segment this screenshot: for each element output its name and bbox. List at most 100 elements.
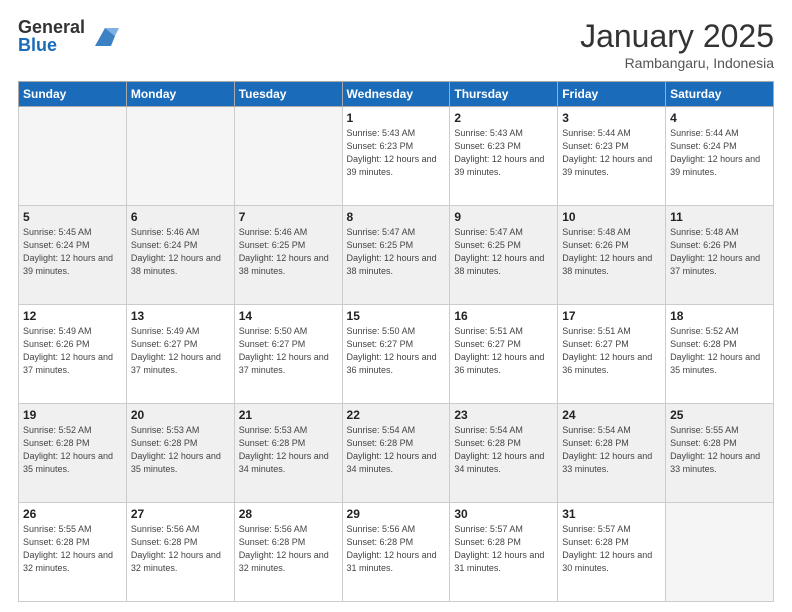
logo-text: General Blue	[18, 18, 85, 54]
day-number: 10	[562, 210, 661, 224]
day-info: Sunrise: 5:57 AM Sunset: 6:28 PM Dayligh…	[454, 523, 553, 575]
calendar-header-row: SundayMondayTuesdayWednesdayThursdayFrid…	[19, 82, 774, 107]
logo-general: General	[18, 18, 85, 36]
calendar-cell: 30 Sunrise: 5:57 AM Sunset: 6:28 PM Dayli…	[450, 503, 558, 602]
calendar-cell: 15Sunrise: 5:50 AM Sunset: 6:27 PM Dayli…	[342, 305, 450, 404]
day-info: Sunrise: 5:46 AM Sunset: 6:24 PM Dayligh…	[131, 226, 230, 278]
day-info: Sunrise: 5:54 AM Sunset: 6:28 PM Dayligh…	[347, 424, 446, 476]
calendar-cell: 16Sunrise: 5:51 AM Sunset: 6:27 PM Dayli…	[450, 305, 558, 404]
calendar-cell: 18 Sunrise: 5:52 AM Sunset: 6:28 PM Dayli…	[666, 305, 774, 404]
day-number: 30	[454, 507, 553, 521]
day-info: Sunrise: 5:54 AM Sunset: 6:28 PM Dayligh…	[454, 424, 553, 476]
day-info: Sunrise: 5:44 AM Sunset: 6:23 PM Dayligh…	[562, 127, 661, 179]
col-header-wednesday: Wednesday	[342, 82, 450, 107]
day-number: 29	[347, 507, 446, 521]
calendar-cell: 4Sunrise: 5:44 AM Sunset: 6:24 PM Daylig…	[666, 107, 774, 206]
calendar-cell: 29 Sunrise: 5:56 AM Sunset: 6:28 PM Dayli…	[342, 503, 450, 602]
col-header-monday: Monday	[126, 82, 234, 107]
day-info: Sunrise: 5:56 AM Sunset: 6:28 PM Dayligh…	[239, 523, 338, 575]
day-info: Sunrise: 5:43 AM Sunset: 6:23 PM Dayligh…	[347, 127, 446, 179]
day-info: Sunrise: 5:56 AM Sunset: 6:28 PM Dayligh…	[131, 523, 230, 575]
calendar-table: SundayMondayTuesdayWednesdayThursdayFrid…	[18, 81, 774, 602]
calendar-cell: 6 Sunrise: 5:46 AM Sunset: 6:24 PM Daylig…	[126, 206, 234, 305]
calendar-week-row: 26 Sunrise: 5:55 AM Sunset: 6:28 PM Dayli…	[19, 503, 774, 602]
day-number: 16	[454, 309, 553, 323]
calendar-cell: 20 Sunrise: 5:53 AM Sunset: 6:28 PM Dayli…	[126, 404, 234, 503]
day-info: Sunrise: 5:49 AM Sunset: 6:27 PM Dayligh…	[131, 325, 230, 377]
day-number: 28	[239, 507, 338, 521]
calendar-cell: 1 Sunrise: 5:43 AM Sunset: 6:23 PM Daylig…	[342, 107, 450, 206]
day-number: 14	[239, 309, 338, 323]
calendar-cell: 24Sunrise: 5:54 AM Sunset: 6:28 PM Dayli…	[558, 404, 666, 503]
logo-blue: Blue	[18, 36, 85, 54]
day-number: 27	[131, 507, 230, 521]
day-number: 15	[347, 309, 446, 323]
header: General Blue January 2025 Rambangaru, In…	[18, 18, 774, 71]
day-info: Sunrise: 5:53 AM Sunset: 6:28 PM Dayligh…	[131, 424, 230, 476]
day-info: Sunrise: 5:45 AM Sunset: 6:24 PM Dayligh…	[23, 226, 122, 278]
calendar-cell: 21Sunrise: 5:53 AM Sunset: 6:28 PM Dayli…	[234, 404, 342, 503]
calendar-cell: 25 Sunrise: 5:55 AM Sunset: 6:28 PM Dayli…	[666, 404, 774, 503]
day-info: Sunrise: 5:43 AM Sunset: 6:23 PM Dayligh…	[454, 127, 553, 179]
calendar-cell: 7Sunrise: 5:46 AM Sunset: 6:25 PM Daylig…	[234, 206, 342, 305]
col-header-saturday: Saturday	[666, 82, 774, 107]
day-info: Sunrise: 5:52 AM Sunset: 6:28 PM Dayligh…	[23, 424, 122, 476]
day-number: 18	[670, 309, 769, 323]
calendar-cell: 22 Sunrise: 5:54 AM Sunset: 6:28 PM Dayli…	[342, 404, 450, 503]
day-number: 13	[131, 309, 230, 323]
day-number: 3	[562, 111, 661, 125]
calendar-cell: 10Sunrise: 5:48 AM Sunset: 6:26 PM Dayli…	[558, 206, 666, 305]
calendar-cell	[19, 107, 127, 206]
day-number: 9	[454, 210, 553, 224]
day-info: Sunrise: 5:56 AM Sunset: 6:28 PM Dayligh…	[347, 523, 446, 575]
day-number: 5	[23, 210, 122, 224]
calendar-cell: 17 Sunrise: 5:51 AM Sunset: 6:27 PM Dayli…	[558, 305, 666, 404]
day-number: 6	[131, 210, 230, 224]
day-number: 20	[131, 408, 230, 422]
page: General Blue January 2025 Rambangaru, In…	[0, 0, 792, 612]
day-number: 1	[347, 111, 446, 125]
calendar-cell: 14Sunrise: 5:50 AM Sunset: 6:27 PM Dayli…	[234, 305, 342, 404]
calendar-cell: 12 Sunrise: 5:49 AM Sunset: 6:26 PM Dayli…	[19, 305, 127, 404]
day-number: 26	[23, 507, 122, 521]
location-subtitle: Rambangaru, Indonesia	[580, 55, 774, 71]
logo-icon	[91, 22, 119, 50]
calendar-cell: 19Sunrise: 5:52 AM Sunset: 6:28 PM Dayli…	[19, 404, 127, 503]
day-info: Sunrise: 5:49 AM Sunset: 6:26 PM Dayligh…	[23, 325, 122, 377]
calendar-cell: 2 Sunrise: 5:43 AM Sunset: 6:23 PM Daylig…	[450, 107, 558, 206]
day-info: Sunrise: 5:44 AM Sunset: 6:24 PM Dayligh…	[670, 127, 769, 179]
day-number: 7	[239, 210, 338, 224]
calendar-cell: 9 Sunrise: 5:47 AM Sunset: 6:25 PM Daylig…	[450, 206, 558, 305]
calendar-cell: 3 Sunrise: 5:44 AM Sunset: 6:23 PM Daylig…	[558, 107, 666, 206]
day-number: 21	[239, 408, 338, 422]
calendar-cell: 28 Sunrise: 5:56 AM Sunset: 6:28 PM Dayli…	[234, 503, 342, 602]
calendar-cell: 13 Sunrise: 5:49 AM Sunset: 6:27 PM Dayli…	[126, 305, 234, 404]
calendar-week-row: 5 Sunrise: 5:45 AM Sunset: 6:24 PM Daylig…	[19, 206, 774, 305]
day-info: Sunrise: 5:47 AM Sunset: 6:25 PM Dayligh…	[454, 226, 553, 278]
calendar-cell: 5 Sunrise: 5:45 AM Sunset: 6:24 PM Daylig…	[19, 206, 127, 305]
day-number: 25	[670, 408, 769, 422]
day-info: Sunrise: 5:54 AM Sunset: 6:28 PM Dayligh…	[562, 424, 661, 476]
calendar-cell: 26 Sunrise: 5:55 AM Sunset: 6:28 PM Dayli…	[19, 503, 127, 602]
day-number: 8	[347, 210, 446, 224]
calendar-cell: 11Sunrise: 5:48 AM Sunset: 6:26 PM Dayli…	[666, 206, 774, 305]
calendar-week-row: 1 Sunrise: 5:43 AM Sunset: 6:23 PM Daylig…	[19, 107, 774, 206]
day-number: 17	[562, 309, 661, 323]
day-number: 2	[454, 111, 553, 125]
day-info: Sunrise: 5:51 AM Sunset: 6:27 PM Dayligh…	[562, 325, 661, 377]
calendar-cell	[126, 107, 234, 206]
logo: General Blue	[18, 18, 119, 54]
day-number: 12	[23, 309, 122, 323]
month-title: January 2025	[580, 18, 774, 55]
day-info: Sunrise: 5:55 AM Sunset: 6:28 PM Dayligh…	[670, 424, 769, 476]
calendar-cell: 27 Sunrise: 5:56 AM Sunset: 6:28 PM Dayli…	[126, 503, 234, 602]
day-number: 22	[347, 408, 446, 422]
day-number: 23	[454, 408, 553, 422]
calendar-cell: 8Sunrise: 5:47 AM Sunset: 6:25 PM Daylig…	[342, 206, 450, 305]
day-number: 31	[562, 507, 661, 521]
col-header-tuesday: Tuesday	[234, 82, 342, 107]
day-info: Sunrise: 5:52 AM Sunset: 6:28 PM Dayligh…	[670, 325, 769, 377]
day-info: Sunrise: 5:55 AM Sunset: 6:28 PM Dayligh…	[23, 523, 122, 575]
calendar-cell	[234, 107, 342, 206]
col-header-sunday: Sunday	[19, 82, 127, 107]
